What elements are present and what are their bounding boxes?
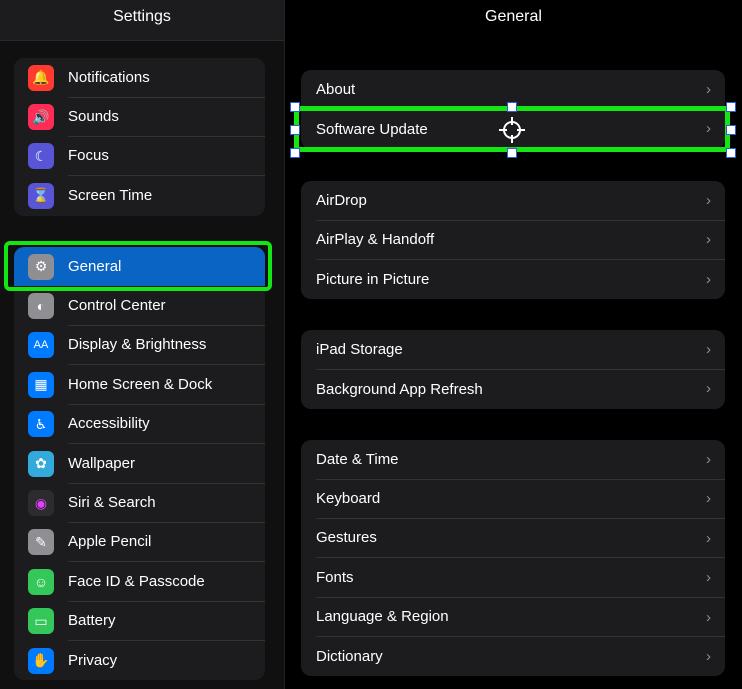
- grid-icon: ▦: [28, 371, 54, 398]
- sidebar-item-label: Notifications: [68, 58, 265, 98]
- sidebar-item-label: Display & Brightness: [68, 325, 265, 366]
- sidebar-item-display-brightness[interactable]: AA Display & Brightness: [14, 325, 265, 366]
- moon-icon: ☾: [28, 143, 54, 170]
- sidebar-item-wallpaper[interactable]: ✿ Wallpaper: [14, 444, 265, 484]
- resize-handle[interactable]: [507, 102, 517, 112]
- row-label: Background App Refresh: [316, 380, 483, 398]
- accessibility-icon: ♿: [28, 411, 54, 438]
- main-group-4: Date & Time › Keyboard › Gestures › Font…: [301, 440, 725, 677]
- resize-handle[interactable]: [726, 125, 736, 135]
- row-background-app-refresh[interactable]: Background App Refresh ›: [301, 369, 725, 408]
- sidebar-item-notifications[interactable]: 🔔 Notifications: [14, 58, 265, 98]
- chevron-right-icon: ›: [706, 270, 711, 288]
- sidebar-item-label: Home Screen & Dock: [68, 365, 265, 405]
- row-label: AirDrop: [316, 181, 725, 221]
- sidebar-item-label: Sounds: [68, 97, 265, 138]
- row-label: Gestures: [316, 518, 725, 559]
- chevron-right-icon: ›: [706, 341, 711, 358]
- sidebar-item-label: Siri & Search: [68, 483, 265, 524]
- sidebar-item-label: Accessibility: [68, 404, 265, 445]
- row-label: iPad Storage: [316, 330, 725, 370]
- row-language-region[interactable]: Language & Region ›: [301, 597, 725, 638]
- row-airdrop[interactable]: AirDrop ›: [301, 181, 725, 221]
- sidebar-item-privacy[interactable]: ✋ Privacy: [14, 641, 265, 680]
- resize-handle[interactable]: [507, 148, 517, 158]
- row-label: Dictionary: [316, 648, 383, 666]
- row-label: Language & Region: [316, 597, 725, 638]
- row-label: Picture in Picture: [316, 270, 430, 288]
- row-dictionary[interactable]: Dictionary ›: [301, 637, 725, 676]
- sidebar-item-label: Face ID & Passcode: [68, 562, 265, 602]
- chevron-right-icon: ›: [706, 569, 711, 587]
- row-keyboard[interactable]: Keyboard ›: [301, 479, 725, 520]
- toggles-icon: ◐: [28, 293, 54, 320]
- main-group-3: iPad Storage › Background App Refresh ›: [301, 330, 725, 409]
- row-ipad-storage[interactable]: iPad Storage ›: [301, 330, 725, 370]
- hourglass-icon: ⌛: [28, 182, 54, 209]
- flower-icon: ✿: [28, 450, 54, 477]
- row-label: AirPlay & Handoff: [316, 220, 725, 261]
- faceid-icon: ☺: [28, 568, 54, 595]
- resize-handle[interactable]: [726, 102, 736, 112]
- sidebar-title: Settings: [0, 0, 284, 41]
- chevron-right-icon: ›: [706, 231, 711, 249]
- sidebar-item-battery[interactable]: ▭ Battery: [14, 601, 265, 642]
- row-label: Fonts: [316, 558, 725, 598]
- speaker-icon: 🔊: [28, 104, 54, 131]
- chevron-right-icon: ›: [706, 529, 711, 547]
- sidebar-group-1: 🔔 Notifications 🔊 Sounds ☾ Focus ⌛ Scree…: [14, 58, 265, 216]
- siri-icon: ◉: [28, 490, 54, 517]
- row-fonts[interactable]: Fonts ›: [301, 558, 725, 598]
- sidebar-item-label: Screen Time: [68, 187, 153, 205]
- chevron-right-icon: ›: [706, 451, 711, 468]
- sidebar-item-control-center[interactable]: ◐ Control Center: [14, 286, 265, 327]
- sidebar-item-label: Privacy: [68, 652, 118, 670]
- main-group-2: AirDrop › AirPlay & Handoff › Picture in…: [301, 181, 725, 300]
- row-picture-in-picture[interactable]: Picture in Picture ›: [301, 260, 725, 299]
- pencil-icon: ✎: [28, 529, 54, 556]
- resize-handle[interactable]: [290, 102, 300, 112]
- hand-icon: ✋: [28, 647, 54, 674]
- chevron-right-icon: ›: [706, 192, 711, 209]
- resize-handle[interactable]: [726, 148, 736, 158]
- sidebar-item-sounds[interactable]: 🔊 Sounds: [14, 97, 265, 138]
- sidebar-item-label: Focus: [68, 136, 265, 177]
- sidebar: Settings 🔔 Notifications 🔊 Sounds ☾ Focu…: [0, 0, 285, 689]
- battery-icon: ▭: [28, 608, 54, 635]
- sidebar-item-screen-time[interactable]: ⌛ Screen Time: [14, 176, 265, 215]
- sidebar-item-label: Wallpaper: [68, 444, 265, 484]
- row-label: Date & Time: [316, 440, 725, 480]
- row-gestures[interactable]: Gestures ›: [301, 518, 725, 559]
- chevron-right-icon: ›: [706, 380, 711, 398]
- chevron-right-icon: ›: [706, 81, 711, 98]
- selection-highlight: [4, 241, 272, 291]
- chevron-right-icon: ›: [706, 490, 711, 508]
- crosshair-icon: [499, 117, 525, 143]
- bell-icon: 🔔: [28, 64, 54, 91]
- sidebar-item-label: Apple Pencil: [68, 522, 265, 563]
- text-size-icon: AA: [28, 332, 54, 359]
- row-label: Keyboard: [316, 479, 725, 520]
- sidebar-item-apple-pencil[interactable]: ✎ Apple Pencil: [14, 522, 265, 563]
- row-date-time[interactable]: Date & Time ›: [301, 440, 725, 480]
- chevron-right-icon: ›: [706, 608, 711, 626]
- resize-handle[interactable]: [290, 148, 300, 158]
- chevron-right-icon: ›: [706, 647, 711, 665]
- row-airplay-handoff[interactable]: AirPlay & Handoff ›: [301, 220, 725, 261]
- sidebar-item-siri-search[interactable]: ◉ Siri & Search: [14, 483, 265, 524]
- sidebar-item-label: Control Center: [68, 286, 265, 327]
- page-title: General: [485, 8, 542, 25]
- row-label: About: [316, 70, 725, 110]
- sidebar-item-focus[interactable]: ☾ Focus: [14, 136, 265, 177]
- sidebar-item-label: Battery: [68, 601, 265, 642]
- sidebar-group-2: ⚙ General ◐ Control Center AA Display & …: [14, 247, 265, 681]
- sidebar-item-faceid-passcode[interactable]: ☺ Face ID & Passcode: [14, 562, 265, 602]
- resize-handle[interactable]: [290, 125, 300, 135]
- sidebar-item-accessibility[interactable]: ♿ Accessibility: [14, 404, 265, 445]
- sidebar-item-home-screen-dock[interactable]: ▦ Home Screen & Dock: [14, 365, 265, 405]
